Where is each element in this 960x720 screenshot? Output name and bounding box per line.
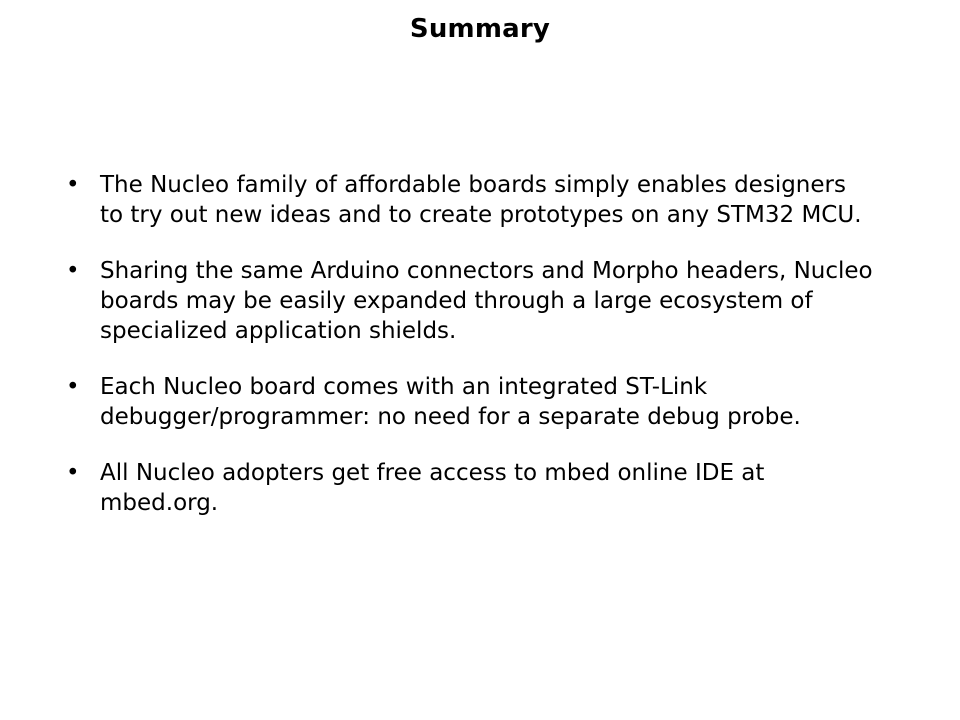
list-item: • All Nucleo adopters get free access to… (62, 458, 932, 518)
list-item-text: The Nucleo family of affordable boards s… (100, 172, 862, 228)
page-title: Summary (409, 14, 551, 44)
list-item: • Each Nucleo board comes with an integr… (62, 372, 932, 432)
list-item-text: All Nucleo adopters get free access to m… (100, 460, 765, 516)
list-item: • Sharing the same Arduino connectors an… (62, 256, 932, 346)
list-item-text: Sharing the same Arduino connectors and … (100, 258, 873, 344)
list-item-text: Each Nucleo board comes with an integrat… (100, 374, 801, 430)
bullet-point-icon: • (66, 172, 80, 198)
list-item: • The Nucleo family of affordable boards… (62, 170, 932, 230)
bullet-point-icon: • (66, 460, 80, 486)
bullet-point-icon: • (66, 258, 80, 284)
bullet-point-icon: • (66, 374, 80, 400)
summary-bullet-list: • The Nucleo family of affordable boards… (62, 170, 932, 518)
slide: Summary • The Nucleo family of affordabl… (0, 0, 960, 720)
